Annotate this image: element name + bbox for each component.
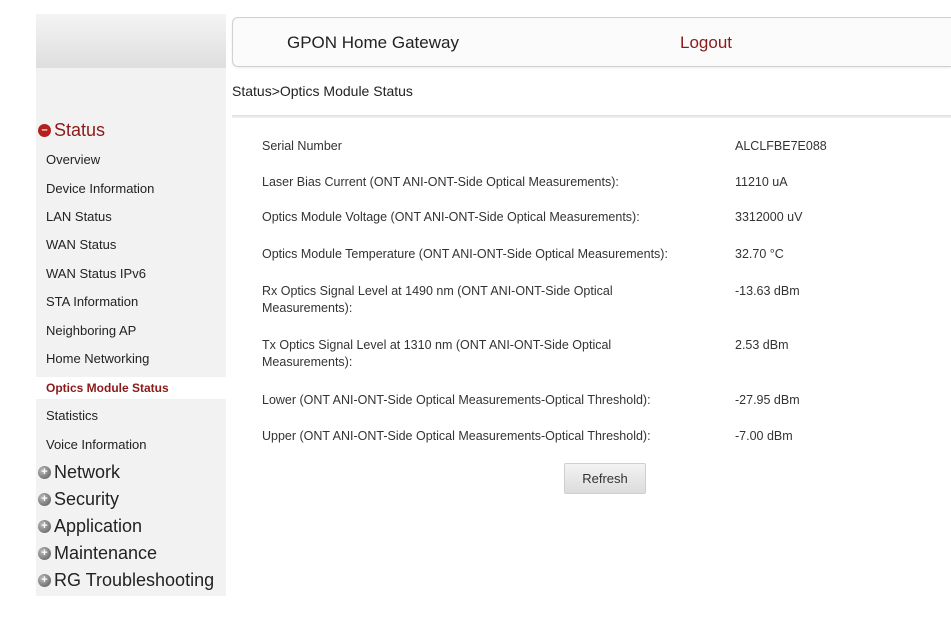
plus-circle-icon: + <box>38 493 51 506</box>
row-label-optics-module-voltage: Optics Module Voltage (ONT ANI-ONT-Side … <box>262 210 640 224</box>
sidebar-group-label: Status <box>54 120 106 140</box>
row-label-lower-threshold: Lower (ONT ANI-ONT-Side Optical Measurem… <box>262 393 651 407</box>
logout-link[interactable]: Logout <box>680 33 732 53</box>
sidebar-item-voice-information[interactable]: Voice Information <box>46 437 146 452</box>
sidebar-group-security[interactable]: + Security <box>38 489 119 510</box>
sidebar-group-maintenance[interactable]: + Maintenance <box>38 543 157 564</box>
sidebar-item-optics-module-status[interactable]: Optics Module Status <box>36 377 226 399</box>
refresh-button[interactable]: Refresh <box>564 463 646 494</box>
sidebar-group-label: Security <box>54 489 120 509</box>
breadcrumb: Status>Optics Module Status <box>232 83 413 99</box>
sidebar-item-device-information[interactable]: Device Information <box>46 181 154 196</box>
minus-circle-icon: – <box>38 124 51 137</box>
app-title: GPON Home Gateway <box>287 33 459 52</box>
header-bar: GPON Home Gateway Logout <box>232 17 951 67</box>
sidebar-item-wan-status[interactable]: WAN Status <box>46 237 116 252</box>
row-value-upper-threshold: -7.00 dBm <box>735 429 793 443</box>
row-value-rx-signal-level: -13.63 dBm <box>735 284 800 298</box>
sidebar-group-label: Maintenance <box>54 543 158 563</box>
row-label-tx-signal-level: Tx Optics Signal Level at 1310 nm (ONT A… <box>262 338 612 369</box>
sidebar-group-label: Application <box>54 516 143 536</box>
row-value-optics-module-temperature: 32.70 °C <box>735 247 784 261</box>
row-label-upper-threshold: Upper (ONT ANI-ONT-Side Optical Measurem… <box>262 429 651 443</box>
plus-circle-icon: + <box>38 466 51 479</box>
sidebar-item-statistics[interactable]: Statistics <box>46 408 98 423</box>
sidebar-item-overview[interactable]: Overview <box>46 152 100 167</box>
sidebar-group-network[interactable]: + Network <box>38 462 120 483</box>
row-value-serial-number: ALCLFBE7E088 <box>735 139 827 153</box>
divider <box>232 115 951 118</box>
sidebar-item-lan-status[interactable]: LAN Status <box>46 209 112 224</box>
page: – Status Overview Device Information LAN… <box>0 0 951 619</box>
sidebar-item-neighboring-ap[interactable]: Neighboring AP <box>46 323 136 338</box>
plus-circle-icon: + <box>38 520 51 533</box>
row-value-optics-module-voltage: 3312000 uV <box>735 210 803 224</box>
sidebar-item-wan-status-ipv6[interactable]: WAN Status IPv6 <box>46 266 146 281</box>
sidebar-group-label: Network <box>54 462 121 482</box>
row-label-serial-number: Serial Number <box>262 139 342 153</box>
row-label-rx-signal-level: Rx Optics Signal Level at 1490 nm (ONT A… <box>262 284 613 315</box>
row-label-laser-bias-current: Laser Bias Current (ONT ANI-ONT-Side Opt… <box>262 175 619 189</box>
plus-circle-icon: + <box>38 574 51 587</box>
row-value-tx-signal-level: 2.53 dBm <box>735 338 789 352</box>
row-value-laser-bias-current: 11210 uA <box>735 175 788 189</box>
sidebar-group-application[interactable]: + Application <box>38 516 142 537</box>
sidebar-group-label: RG Troubleshooting <box>54 570 215 590</box>
plus-circle-icon: + <box>38 547 51 560</box>
sidebar-group-status[interactable]: – Status <box>38 120 105 141</box>
sidebar-item-home-networking[interactable]: Home Networking <box>46 351 149 366</box>
sidebar-header <box>36 14 226 68</box>
sidebar-group-rg-troubleshooting[interactable]: + RG Troubleshooting <box>38 570 214 591</box>
row-value-lower-threshold: -27.95 dBm <box>735 393 800 407</box>
sidebar-item-sta-information[interactable]: STA Information <box>46 294 138 309</box>
row-label-optics-module-temperature: Optics Module Temperature (ONT ANI-ONT-S… <box>262 247 668 261</box>
